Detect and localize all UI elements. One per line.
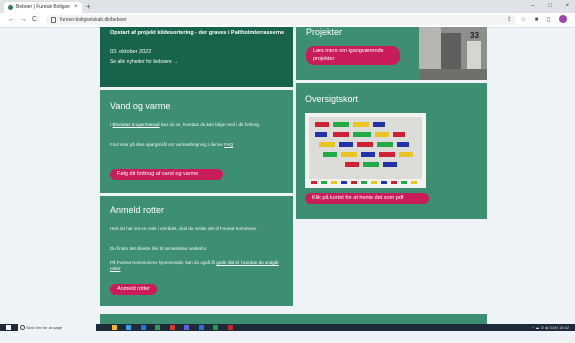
window-controls: – □ × [519,1,569,12]
taskbar-search-placeholder: Skriv her for at søge [26,325,63,330]
chrome-icon[interactable] [155,325,161,330]
taskbar-search[interactable]: Skriv her for at søge [18,324,96,331]
file-explorer-icon[interactable] [112,325,117,330]
word-icon[interactable] [198,325,204,330]
address-bar[interactable]: fureso-boligselskab.dk/beboer [46,15,516,25]
rats-text-1: Hvis du har set en rotte i området, skal… [110,226,258,231]
app-icon[interactable] [227,325,233,330]
new-tab-button[interactable]: + [86,1,91,12]
projects-title: Projekter [306,27,343,37]
rats-text-2: Du finder det direkte link til anmeldels… [110,246,208,251]
report-rats-card: Anmeld rotter Hvis du har set en rotte i… [100,196,293,306]
taskbar-apps [112,325,238,330]
close-window-button[interactable]: × [565,3,569,9]
water-heating-title: Vand og varme [110,101,171,111]
report-rats-title: Anmeld rotter [110,205,165,215]
water-manual-text: I Brunatas brugermanual kan du se, hvord… [110,122,261,127]
office-icon[interactable] [169,325,175,330]
search-icon [20,325,25,330]
site-favicon-icon [8,5,13,10]
tab-title: Beboer | Furesø Boligselskab [16,4,70,10]
profile-avatar[interactable] [559,15,567,24]
edge-icon[interactable] [126,325,132,330]
maximize-button[interactable]: □ [548,3,552,9]
close-tab-icon[interactable]: × [74,2,78,13]
news-headline[interactable]: Opstart af projekt kildesortering - der … [110,29,290,37]
extension-icons: ⇪ ☆ ■ ▯ [500,15,567,25]
reload-button[interactable]: C [32,14,37,26]
overview-map-image[interactable] [305,113,426,188]
project-photo: 33 [419,27,487,80]
windows-start-icon[interactable] [6,325,11,330]
browser-tab-bar: Beboer | Furesø Boligselskab × + – □ × [0,0,575,13]
lock-icon [51,17,56,23]
minimize-button[interactable]: – [531,3,534,9]
map-title: Oversigtskort [305,94,359,104]
follow-usage-button[interactable]: Følg dit forbrug af vand og varme [110,169,223,180]
rats-text-3: På Furesø Kommunens hjemmeside, kan du o… [110,260,279,271]
teams-icon[interactable] [184,325,190,330]
faq-link[interactable]: FAQ [224,142,233,147]
store-icon[interactable] [140,325,146,330]
browser-toolbar: ← → C fureso-boligselskab.dk/beboer ⇪ ☆ … [0,13,575,28]
share-icon[interactable]: ⇪ [507,17,512,23]
excel-icon[interactable] [213,325,219,330]
news-card: Opstart af projekt kildesortering - der … [100,27,293,87]
extension-icon[interactable]: ■ [535,17,539,23]
projects-button[interactable]: Læs mere om igangværende projekter [306,46,400,65]
download-map-button[interactable]: Klik på kortet for at hente det som pdf [305,193,429,204]
news-date: 03. oktober 2022 [110,49,152,55]
water-heating-card: Vand og varme I Brunatas brugermanual ka… [100,90,293,193]
forward-button[interactable]: → [20,14,27,26]
brunata-manual-link[interactable]: Brunatas brugermanual [113,122,160,127]
report-rats-button[interactable]: Anmeld rotter [110,284,158,295]
windows-taskbar: Skriv her for at søge ^ ☁ ⊡ ◂) DAN 15:42 [0,324,575,331]
star-icon[interactable]: ☆ [521,17,526,23]
sidebar-icon[interactable]: ▯ [547,17,550,23]
photo-number: 33 [470,31,479,40]
browser-tab[interactable]: Beboer | Furesø Boligselskab × [4,2,82,13]
water-faq-text: Find svar på dine spørgsmål om varmeafre… [110,142,234,147]
all-news-link[interactable]: Se alle nyheder for beboere → [110,59,178,65]
back-button[interactable]: ← [8,14,15,26]
system-tray[interactable]: ^ ☁ ⊡ ◂) DAN 15:42 [532,324,569,331]
url-text: fureso-boligselskab.dk/beboer [60,17,127,23]
